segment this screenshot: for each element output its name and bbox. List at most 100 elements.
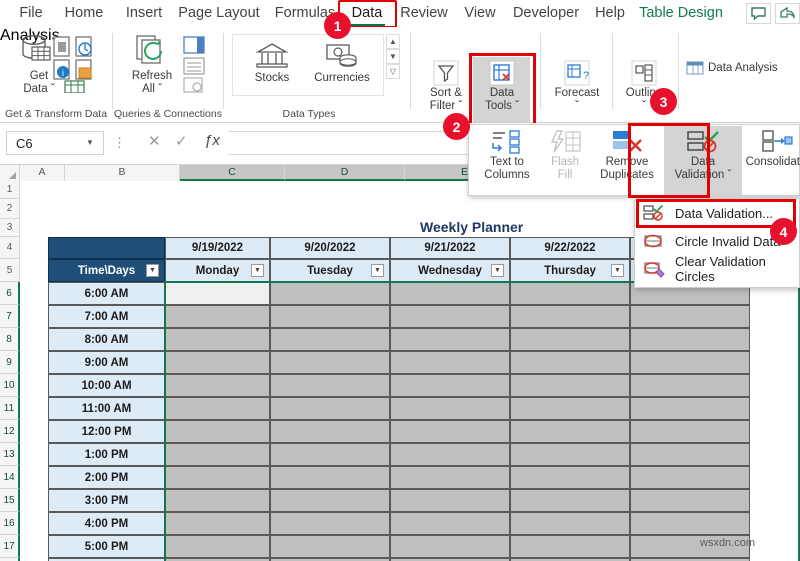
- data-row-11-e[interactable]: [390, 397, 510, 420]
- row-header-13[interactable]: 13: [0, 443, 20, 466]
- data-row-9-g[interactable]: [630, 351, 750, 374]
- filter-arrow-tuesday[interactable]: ▼: [371, 264, 384, 277]
- enter-formula-button[interactable]: ✓: [175, 132, 188, 150]
- data-row-13-d[interactable]: [270, 443, 390, 466]
- data-row-7-d[interactable]: [270, 305, 390, 328]
- time-cell-6[interactable]: 12:00 PM: [48, 420, 165, 443]
- formula-bar-more-icon[interactable]: ⋮: [113, 135, 126, 151]
- row-header-4[interactable]: 4: [0, 237, 20, 259]
- data-cell-D6[interactable]: [270, 282, 390, 305]
- tab-insert[interactable]: Insert: [120, 2, 168, 25]
- stocks-button[interactable]: Stocks: [241, 41, 303, 85]
- tab-table-design[interactable]: Table Design: [635, 2, 727, 25]
- data-row-11-c[interactable]: [165, 397, 270, 420]
- date-header-thursday[interactable]: 9/22/2022: [510, 237, 630, 259]
- data-row-10-d[interactable]: [270, 374, 390, 397]
- date-header-tuesday[interactable]: 9/20/2022: [270, 237, 390, 259]
- data-row-14-g[interactable]: [630, 466, 750, 489]
- data-row-12-e[interactable]: [390, 420, 510, 443]
- row-header-7[interactable]: 7: [0, 305, 20, 328]
- row-header-2[interactable]: 2: [0, 199, 20, 219]
- tab-help[interactable]: Help: [591, 2, 629, 25]
- data-row-8-g[interactable]: [630, 328, 750, 351]
- row-header-15[interactable]: 15: [0, 489, 20, 512]
- time-cell-5[interactable]: 11:00 AM: [48, 397, 165, 420]
- data-row-10-e[interactable]: [390, 374, 510, 397]
- data-row-15-c[interactable]: [165, 489, 270, 512]
- data-row-17-e[interactable]: [390, 535, 510, 558]
- gallery-down-button[interactable]: ▼: [386, 49, 400, 64]
- gallery-more-button[interactable]: ▽: [386, 64, 400, 79]
- time-cell-4[interactable]: 10:00 AM: [48, 374, 165, 397]
- data-row-17-f[interactable]: [510, 535, 630, 558]
- data-row-11-f[interactable]: [510, 397, 630, 420]
- data-row-12-g[interactable]: [630, 420, 750, 443]
- data-row-8-e[interactable]: [390, 328, 510, 351]
- remove-duplicates-button[interactable]: Remove Duplicates: [591, 129, 663, 181]
- data-types-gallery[interactable]: Stocks Currencies: [232, 34, 384, 96]
- data-row-9-d[interactable]: [270, 351, 390, 374]
- select-all-corner[interactable]: [0, 165, 20, 181]
- data-row-13-e[interactable]: [390, 443, 510, 466]
- table-corner-header[interactable]: [48, 237, 165, 259]
- row-header-17[interactable]: 17: [0, 535, 20, 558]
- column-header-c[interactable]: C: [180, 165, 285, 181]
- time-cell-3[interactable]: 9:00 AM: [48, 351, 165, 374]
- tab-page-layout[interactable]: Page Layout: [176, 2, 262, 25]
- data-row-14-c[interactable]: [165, 466, 270, 489]
- data-row-10-c[interactable]: [165, 374, 270, 397]
- data-row-17-d[interactable]: [270, 535, 390, 558]
- data-row-16-f[interactable]: [510, 512, 630, 535]
- time-cell-2[interactable]: 8:00 AM: [48, 328, 165, 351]
- row-header-1[interactable]: 1: [0, 181, 20, 199]
- gallery-up-button[interactable]: ▲: [386, 34, 400, 49]
- data-row-8-d[interactable]: [270, 328, 390, 351]
- data-row-9-e[interactable]: [390, 351, 510, 374]
- data-row-7-c[interactable]: [165, 305, 270, 328]
- time-cell-9[interactable]: 3:00 PM: [48, 489, 165, 512]
- column-header-d[interactable]: D: [285, 165, 405, 181]
- data-cell-E6[interactable]: [390, 282, 510, 305]
- filter-arrow-wednesday[interactable]: ▼: [491, 264, 504, 277]
- data-analysis-button[interactable]: Data Analysis: [686, 60, 778, 76]
- menu-item-clear-validation-circles[interactable]: Clear Validation Circles: [635, 254, 799, 284]
- data-row-10-g[interactable]: [630, 374, 750, 397]
- row-header-8[interactable]: 8: [0, 328, 20, 351]
- data-row-9-c[interactable]: [165, 351, 270, 374]
- data-row-17-c[interactable]: [165, 535, 270, 558]
- row-header-3[interactable]: 3: [0, 219, 20, 237]
- data-row-12-c[interactable]: [165, 420, 270, 443]
- text-to-columns-button[interactable]: Text to Columns: [475, 129, 539, 181]
- date-header-wednesday[interactable]: 9/21/2022: [390, 237, 510, 259]
- time-cell-0[interactable]: 6:00 AM: [48, 282, 165, 305]
- filter-arrow-monday[interactable]: ▼: [251, 264, 264, 277]
- row-header-6[interactable]: 6: [0, 282, 20, 305]
- cancel-formula-button[interactable]: ✕: [148, 132, 161, 150]
- comments-button[interactable]: [746, 3, 771, 24]
- time-cell-10[interactable]: 4:00 PM: [48, 512, 165, 535]
- time-cell-11[interactable]: 5:00 PM: [48, 535, 165, 558]
- data-row-14-d[interactable]: [270, 466, 390, 489]
- row-header-14[interactable]: 14: [0, 466, 20, 489]
- data-row-11-d[interactable]: [270, 397, 390, 420]
- data-row-7-g[interactable]: [630, 305, 750, 328]
- data-row-14-f[interactable]: [510, 466, 630, 489]
- tab-file[interactable]: File: [12, 2, 50, 25]
- data-row-16-e[interactable]: [390, 512, 510, 535]
- data-row-7-e[interactable]: [390, 305, 510, 328]
- data-row-15-e[interactable]: [390, 489, 510, 512]
- data-row-16-g[interactable]: [630, 512, 750, 535]
- tab-home[interactable]: Home: [58, 2, 110, 25]
- share-button[interactable]: [775, 3, 800, 24]
- row-header-11[interactable]: 11: [0, 397, 20, 420]
- data-row-14-e[interactable]: [390, 466, 510, 489]
- data-row-13-g[interactable]: [630, 443, 750, 466]
- filter-arrow-thursday[interactable]: ▼: [611, 264, 624, 277]
- data-row-7-f[interactable]: [510, 305, 630, 328]
- data-row-13-c[interactable]: [165, 443, 270, 466]
- forecast-button[interactable]: ? Forecast ˇ: [548, 60, 606, 112]
- data-row-11-g[interactable]: [630, 397, 750, 420]
- date-header-monday[interactable]: 9/19/2022: [165, 237, 270, 259]
- data-cell-F6[interactable]: [510, 282, 630, 305]
- refresh-all-button[interactable]: Refresh All ˇ: [121, 33, 183, 95]
